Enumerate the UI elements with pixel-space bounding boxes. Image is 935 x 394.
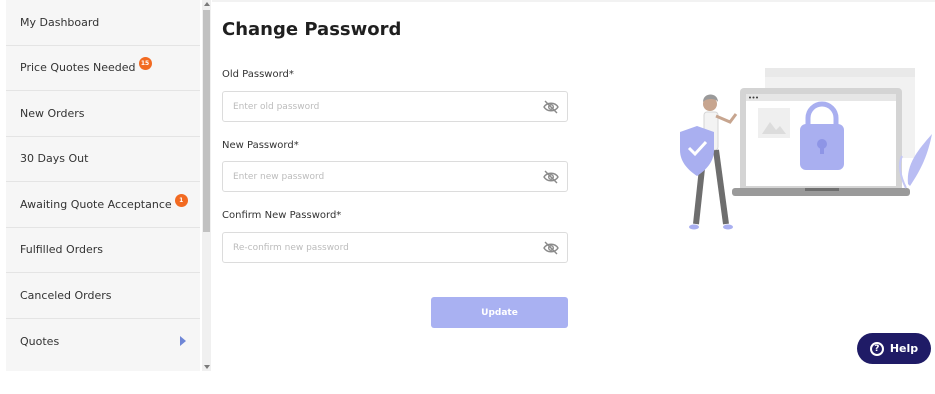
page-title: Change Password bbox=[222, 19, 402, 40]
sidebar-item-label: My Dashboard bbox=[20, 15, 100, 29]
count-badge: 1 bbox=[174, 193, 188, 207]
sidebar-scrollbar[interactable] bbox=[202, 0, 211, 371]
update-button[interactable]: Update bbox=[431, 297, 568, 328]
sidebar-item-label: Price Quotes Needed bbox=[20, 61, 136, 75]
sidebar-item-label: Canceled Orders bbox=[20, 288, 112, 302]
help-button[interactable]: ? Help bbox=[857, 333, 931, 364]
sidebar-item-label: Fulfilled Orders bbox=[20, 243, 104, 257]
header-divider bbox=[212, 0, 935, 2]
sidebar-item-label: New Orders bbox=[20, 106, 85, 120]
sidebar-item-label: Quotes bbox=[20, 334, 60, 348]
scroll-down-icon[interactable] bbox=[204, 365, 210, 369]
old-password-input[interactable] bbox=[223, 92, 523, 121]
sidebar: My Dashboard Price Quotes Needed 15 New … bbox=[6, 0, 200, 371]
old-password-label: Old Password* bbox=[222, 69, 294, 80]
help-label: Help bbox=[889, 342, 919, 355]
new-password-label: New Password* bbox=[222, 140, 299, 151]
sidebar-item-label: 30 Days Out bbox=[20, 152, 89, 166]
sidebar-item-awaiting-quote-acceptance[interactable]: Awaiting Quote Acceptance 1 bbox=[6, 182, 200, 228]
scroll-up-icon[interactable] bbox=[204, 2, 210, 6]
sidebar-item-my-dashboard[interactable]: My Dashboard bbox=[6, 0, 200, 46]
eye-off-icon[interactable] bbox=[543, 100, 559, 114]
scroll-thumb[interactable] bbox=[203, 10, 210, 232]
old-password-field[interactable] bbox=[222, 91, 568, 122]
sidebar-item-label: Awaiting Quote Acceptance bbox=[20, 197, 172, 211]
count-badge: 15 bbox=[138, 57, 152, 71]
sidebar-item-fulfilled-orders[interactable]: Fulfilled Orders bbox=[6, 228, 200, 273]
sidebar-item-price-quotes-needed[interactable]: Price Quotes Needed 15 bbox=[6, 46, 200, 91]
confirm-password-label: Confirm New Password* bbox=[222, 210, 342, 221]
sidebar-item-30-days-out[interactable]: 30 Days Out bbox=[6, 137, 200, 182]
sidebar-item-canceled-orders[interactable]: Canceled Orders bbox=[6, 273, 200, 319]
eye-off-icon[interactable] bbox=[543, 170, 559, 184]
new-password-field[interactable] bbox=[222, 161, 568, 192]
confirm-password-field[interactable] bbox=[222, 232, 568, 263]
new-password-input[interactable] bbox=[223, 162, 523, 191]
sidebar-item-new-orders[interactable]: New Orders bbox=[6, 91, 200, 137]
question-icon: ? bbox=[869, 341, 884, 356]
chevron-right-icon bbox=[180, 335, 186, 346]
security-illustration bbox=[680, 68, 932, 230]
eye-off-icon[interactable] bbox=[543, 241, 559, 255]
sidebar-item-quotes[interactable]: Quotes bbox=[6, 319, 200, 365]
confirm-password-input[interactable] bbox=[223, 233, 523, 262]
